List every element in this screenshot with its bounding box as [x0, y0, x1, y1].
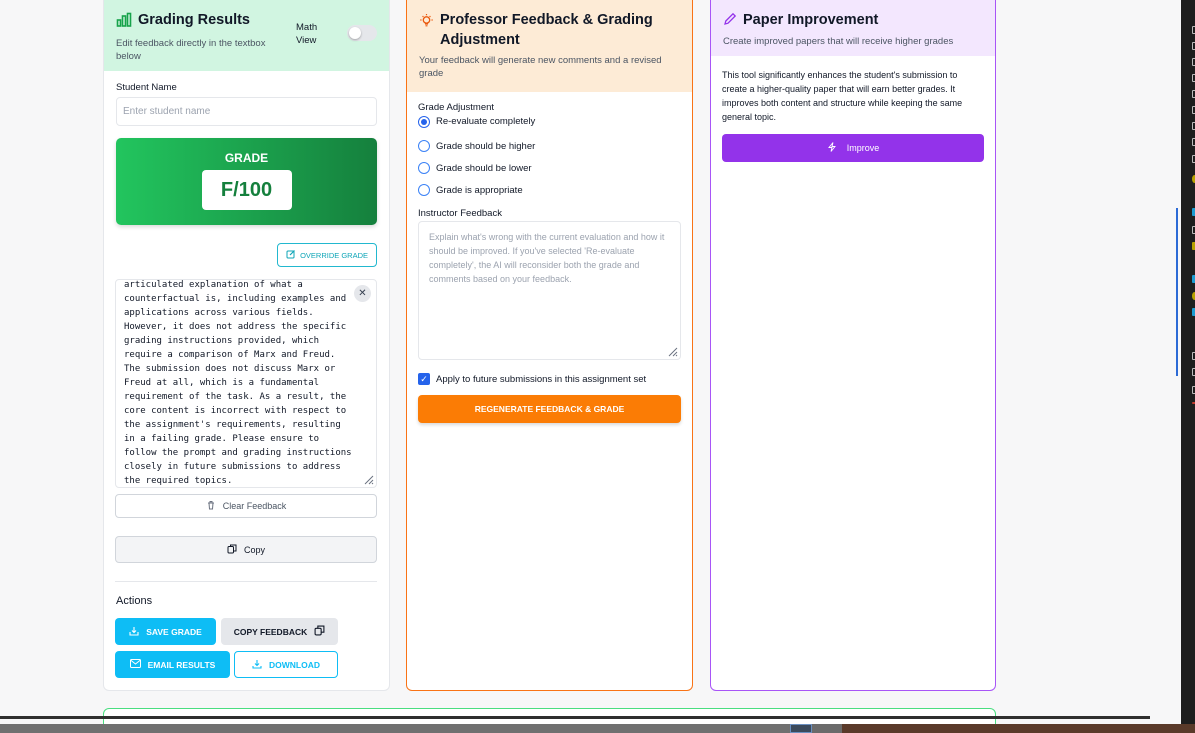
email-results-button[interactable]: EMAIL RESULTS	[115, 651, 230, 678]
resize-handle-icon[interactable]	[666, 345, 678, 357]
radio-option-appropriate[interactable]: Grade is appropriate	[418, 179, 681, 201]
professor-feedback-subtitle: Your feedback will generate new comments…	[419, 55, 662, 79]
radio-label: Grade should be higher	[436, 140, 536, 152]
student-name-input[interactable]: Enter student name	[116, 97, 377, 126]
improve-label: Improve	[846, 143, 880, 153]
regenerate-label: REGENERATE FEEDBACK & GRADE	[474, 404, 625, 414]
radio-option-lower[interactable]: Grade should be lower	[418, 157, 681, 179]
instructor-feedback-textarea[interactable]: Explain what's wrong with the current ev…	[418, 221, 681, 360]
apply-future-label: Apply to future submissions in this assi…	[436, 373, 647, 385]
grading-results-panel: Grading Results Edit feedback directly i…	[103, 0, 390, 691]
lightbulb-icon	[419, 13, 434, 33]
grade-adjustment-label: Grade Adjustment	[418, 102, 495, 113]
math-view-label: Math View	[296, 22, 318, 46]
radio-label: Grade should be lower	[436, 162, 532, 174]
radio-label: Grade is appropriate	[436, 184, 523, 196]
grade-display: GRADE F/100	[116, 138, 377, 225]
math-view-toggle[interactable]	[347, 25, 377, 41]
professor-feedback-title: Professor Feedback & Grading Adjustment	[440, 12, 653, 48]
close-icon[interactable]: ✕	[354, 285, 371, 302]
grade-label: GRADE	[224, 151, 269, 165]
divider	[115, 581, 377, 582]
instructor-feedback-placeholder: Explain what's wrong with the current ev…	[429, 232, 665, 284]
save-grade-label: SAVE GRADE	[146, 626, 202, 637]
radio-label: Re-evaluate completely	[436, 116, 536, 127]
radio-unchecked[interactable]	[418, 140, 430, 152]
override-grade-label: OVERRIDE GRADE	[300, 250, 368, 260]
copy-feedback-label: COPY FEEDBACK	[233, 626, 308, 637]
copy-feedback-button[interactable]: COPY FEEDBACK	[221, 618, 338, 645]
radio-unchecked[interactable]	[418, 184, 430, 196]
paper-improvement-description: This tool significantly enhances the stu…	[722, 70, 963, 122]
radio-option-higher[interactable]: Grade should be higher	[418, 135, 681, 157]
instructor-feedback-label: Instructor Feedback	[418, 208, 502, 219]
student-name-placeholder: Enter student name	[123, 106, 211, 117]
side-panel-strip	[1181, 0, 1195, 724]
improve-button[interactable]: Improve	[722, 134, 984, 162]
bar-chart-icon	[116, 12, 132, 33]
grade-value: F/100	[201, 170, 292, 210]
paper-improvement-panel: Paper Improvement Create improved papers…	[710, 0, 996, 691]
download-button[interactable]: DOWNLOAD	[234, 651, 338, 678]
grading-results-header: Grading Results Edit feedback directly i…	[104, 0, 389, 71]
resize-handle-icon[interactable]	[362, 473, 374, 485]
trash-icon	[206, 500, 216, 512]
pencil-icon	[723, 12, 737, 31]
download-label: DOWNLOAD	[269, 659, 320, 670]
radio-option-reevaluate[interactable]: Re-evaluate completely	[418, 113, 681, 130]
copy-icon	[227, 544, 237, 556]
horizontal-scrollbar[interactable]	[0, 716, 1150, 719]
side-indicator	[1176, 208, 1178, 376]
mail-icon	[129, 659, 141, 670]
regenerate-feedback-button[interactable]: REGENERATE FEEDBACK & GRADE	[418, 395, 681, 423]
professor-feedback-header: Professor Feedback & Grading Adjustment …	[407, 0, 692, 92]
radio-checked[interactable]	[418, 115, 430, 128]
paper-improvement-title: Paper Improvement	[743, 12, 879, 28]
copy-button[interactable]: Copy	[115, 536, 377, 563]
save-icon	[129, 626, 139, 638]
email-results-label: EMAIL RESULTS	[147, 659, 216, 670]
apply-future-checkbox-row[interactable]: ✓ Apply to future submissions in this as…	[418, 373, 681, 385]
copy-label: Copy	[243, 544, 265, 555]
paper-improvement-subtitle: Create improved papers that will receive…	[723, 36, 954, 47]
actions-label: Actions	[116, 595, 153, 607]
paper-improvement-header: Paper Improvement Create improved papers…	[711, 0, 995, 56]
clear-feedback-button[interactable]: Clear Feedback	[115, 494, 377, 518]
copy-icon	[314, 625, 325, 638]
checkbox-checked[interactable]: ✓	[418, 373, 430, 385]
feedback-text: articulated explanation of what a counte…	[124, 280, 357, 486]
radio-unchecked[interactable]	[418, 162, 430, 174]
clear-feedback-label: Clear Feedback	[222, 501, 287, 511]
grading-results-subtitle: Edit feedback directly in the textbox be…	[116, 38, 266, 62]
edit-icon	[286, 249, 296, 261]
feedback-textarea[interactable]: articulated explanation of what a counte…	[115, 279, 377, 488]
grade-adjustment-options: Re-evaluate completely Grade should be h…	[418, 113, 681, 201]
grading-results-title: Grading Results	[138, 12, 250, 28]
sparkle-icon	[827, 142, 837, 154]
student-name-label: Student Name	[116, 82, 177, 93]
taskbar	[0, 724, 1195, 733]
save-grade-button[interactable]: SAVE GRADE	[115, 618, 216, 645]
professor-feedback-panel: Professor Feedback & Grading Adjustment …	[406, 0, 693, 691]
override-grade-button[interactable]: OVERRIDE GRADE	[277, 243, 377, 267]
download-icon	[252, 659, 262, 671]
